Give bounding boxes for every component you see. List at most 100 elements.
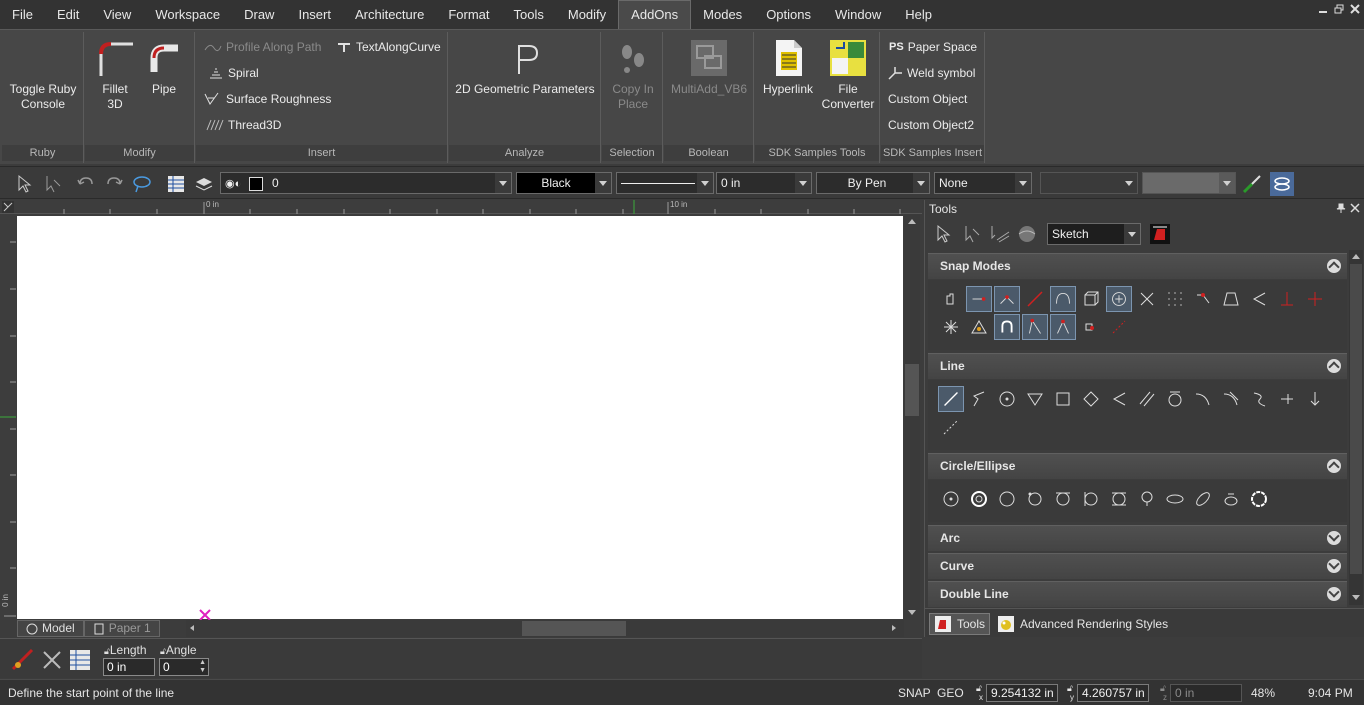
line-polyline-icon[interactable] [966, 386, 992, 412]
line-arrow-down-icon[interactable] [1302, 386, 1328, 412]
circle-tangent-two-icon[interactable] [1078, 486, 1104, 512]
section-line[interactable]: Line [928, 353, 1347, 379]
snap-tangent-icon[interactable] [1050, 286, 1076, 312]
circle-diameter-icon[interactable] [994, 486, 1020, 512]
snap-offset-icon[interactable] [1106, 314, 1132, 340]
multiadd-button[interactable]: MultiAdd_VB6 [666, 38, 752, 97]
fill-dropdown-icon[interactable] [1015, 173, 1031, 193]
menu-file[interactable]: File [0, 0, 45, 29]
pattern-dropdown-icon[interactable] [1121, 173, 1137, 193]
custom-object-button[interactable]: Custom Object [888, 88, 967, 110]
collapse-snap-icon[interactable] [1327, 259, 1341, 273]
line-width-select[interactable]: 0 in [716, 172, 812, 194]
snap-triangle-icon[interactable] [966, 314, 992, 340]
length-input[interactable]: 0 in [103, 658, 155, 676]
snap-arc-icon[interactable] [994, 314, 1020, 340]
paper-space-button[interactable]: PS Paper Space [889, 36, 977, 58]
line-tool-icon[interactable] [10, 647, 36, 673]
circle-balloon-icon[interactable] [1134, 486, 1160, 512]
thread3d-button[interactable]: Thread3D [206, 114, 281, 136]
layer-dropdown-icon[interactable] [495, 173, 511, 193]
close-icon[interactable] [1350, 4, 1360, 14]
format-painter-icon[interactable] [1242, 174, 1262, 194]
pin-icon[interactable] [1336, 203, 1346, 213]
select-arrow-icon[interactable] [14, 174, 34, 194]
y-coordinate-field[interactable]: 4.260757 in [1077, 684, 1149, 702]
snap-toggle[interactable]: SNAP [898, 686, 931, 700]
tools-panel-scrollbar[interactable] [1349, 250, 1363, 605]
snap-hand-icon[interactable] [938, 286, 964, 312]
ellipse-tangent-icon[interactable] [1218, 486, 1244, 512]
line-tangent-arc-icon[interactable] [1190, 386, 1216, 412]
line-diamond-icon[interactable] [1078, 386, 1104, 412]
ellipse-icon[interactable] [1162, 486, 1188, 512]
pattern-select[interactable] [1040, 172, 1138, 194]
snap-endpoint-icon[interactable] [966, 286, 992, 312]
line-angle-icon[interactable] [1106, 386, 1132, 412]
color-select[interactable]: Black [516, 172, 612, 194]
snap-perpendicular-icon[interactable] [1274, 286, 1300, 312]
canvas-horizontal-scrollbar[interactable] [186, 620, 904, 637]
tab-advanced-rendering-styles[interactable]: Advanced Rendering Styles [993, 613, 1172, 635]
snap-vertex-icon[interactable] [1050, 314, 1076, 340]
line-width-dropdown-icon[interactable] [795, 173, 811, 193]
circle-tangent-three-icon[interactable] [1106, 486, 1132, 512]
section-arc[interactable]: Arc [928, 525, 1347, 551]
panel-reshape-icon[interactable] [989, 224, 1011, 244]
circle-polygon-icon[interactable] [1246, 486, 1272, 512]
tab-paper-1[interactable]: Paper 1 [83, 620, 160, 637]
line-tangent-circle-icon[interactable] [1162, 386, 1188, 412]
expand-double-line-icon[interactable] [1327, 587, 1341, 601]
snap-quadrant-icon[interactable] [1078, 314, 1104, 340]
angle-spinner-icon[interactable]: ▲ ▼ [199, 659, 206, 675]
snap-grid-icon[interactable] [1162, 286, 1188, 312]
redo-icon[interactable] [104, 174, 124, 194]
snap-trapezoid-icon[interactable] [1218, 286, 1244, 312]
pen-select[interactable]: By Pen [816, 172, 930, 194]
panel-render-icon[interactable] [1017, 224, 1037, 244]
line-tangent-two-icon[interactable] [1218, 386, 1244, 412]
section-snap-modes[interactable]: Snap Modes [928, 253, 1347, 279]
circle-center-radius-icon[interactable] [938, 486, 964, 512]
menu-addons[interactable]: AddOns [618, 0, 692, 29]
circle-three-point-icon[interactable] [1022, 486, 1048, 512]
line-center-icon[interactable] [994, 386, 1020, 412]
line-style-select[interactable] [616, 172, 714, 194]
layers-icon[interactable] [194, 174, 214, 194]
geometric-parameters-button[interactable]: 2D Geometric Parameters [455, 38, 595, 97]
snap-angle-arc-icon[interactable] [1022, 314, 1048, 340]
z-coordinate-field[interactable]: 0 in [1170, 684, 1242, 702]
circle-concentric-icon[interactable] [966, 486, 992, 512]
ellipse-rotated-icon[interactable] [1190, 486, 1216, 512]
line-perpendicular-icon[interactable] [1274, 386, 1300, 412]
snap-star-icon[interactable] [938, 314, 964, 340]
layer-visible-icon[interactable]: ◉◐ [225, 178, 241, 190]
line-dashed-icon[interactable] [938, 414, 964, 440]
expand-curve-icon[interactable] [1327, 559, 1341, 573]
geo-toggle[interactable]: GEO [937, 686, 964, 700]
surface-roughness-button[interactable]: Surface Roughness [204, 88, 331, 110]
text-along-curve-button[interactable]: TextAlongCurve [336, 36, 441, 58]
angle-input[interactable]: 0 ▲ ▼ [159, 658, 209, 676]
line-single-icon[interactable] [938, 386, 964, 412]
snap-midpoint-icon[interactable] [994, 286, 1020, 312]
line-parallel-icon[interactable] [1134, 386, 1160, 412]
menu-modify[interactable]: Modify [556, 0, 618, 29]
menu-help[interactable]: Help [893, 0, 944, 29]
drawing-canvas[interactable] [17, 216, 903, 619]
collapse-circle-icon[interactable] [1327, 459, 1341, 473]
fillet-3d-button[interactable]: Fillet 3D [91, 38, 139, 112]
transparency-dropdown-icon[interactable] [1219, 173, 1235, 193]
pen-dropdown-icon[interactable] [913, 173, 929, 193]
snap-nearest-icon[interactable] [1022, 286, 1048, 312]
color-dropdown-icon[interactable] [595, 173, 611, 193]
fill-select[interactable]: None [934, 172, 1032, 194]
canvas-vertical-scrollbar[interactable] [904, 214, 920, 620]
snap-intersection-icon[interactable] [1134, 286, 1160, 312]
minimize-icon[interactable] [1318, 4, 1328, 14]
line-triangle-icon[interactable] [1022, 386, 1048, 412]
snap-percent-icon[interactable] [1190, 286, 1216, 312]
toggle-ruby-console-button[interactable]: Toggle Ruby Console [4, 82, 82, 112]
panel-edit-icon[interactable] [961, 224, 981, 244]
edit-reshape-icon[interactable] [42, 174, 62, 194]
